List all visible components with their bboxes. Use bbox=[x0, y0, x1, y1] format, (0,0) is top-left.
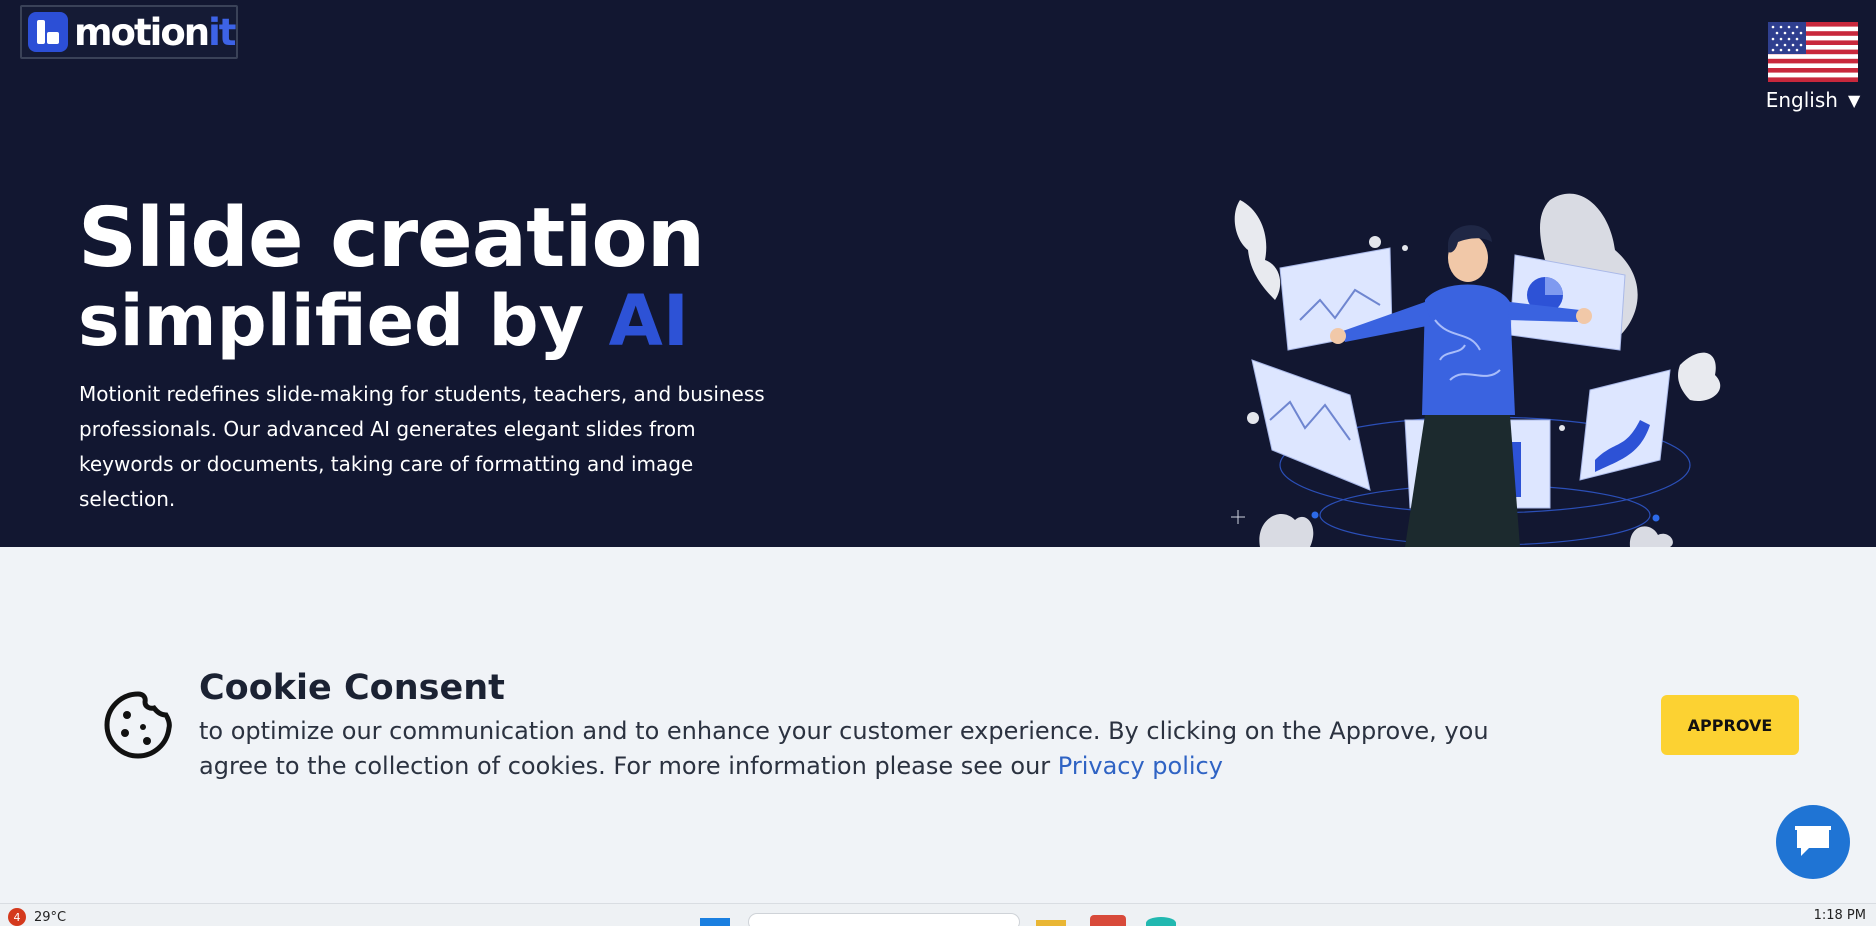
taskbar-clock: 1:18 PM bbox=[1813, 908, 1866, 923]
hero-headline: Slide creation simplified by AI bbox=[78, 191, 705, 362]
headline-accent: AI bbox=[608, 280, 689, 362]
hero-description: Motionit redefines slide-making for stud… bbox=[79, 382, 765, 511]
headline-line-2: simplified by AI bbox=[78, 280, 689, 362]
temperature: 29°C bbox=[34, 909, 67, 925]
taskbar-app-icon-2[interactable] bbox=[1146, 917, 1176, 926]
chat-button[interactable] bbox=[1776, 805, 1850, 879]
headline-line-1: Slide creation bbox=[78, 191, 705, 286]
logo-icon bbox=[28, 12, 68, 52]
os-taskbar: 4 29°C 1:18 PM bbox=[0, 903, 1876, 926]
logo-text: motionit bbox=[74, 10, 237, 54]
weather-badge: 4 bbox=[8, 908, 26, 926]
cookie-message-text: to optimize our communication and to enh… bbox=[199, 717, 1489, 780]
cookie-title: Cookie Consent bbox=[199, 668, 505, 708]
cookie-icon bbox=[104, 691, 172, 759]
privacy-policy-link[interactable]: Privacy policy bbox=[1058, 752, 1223, 780]
motionit-logo[interactable]: motionit bbox=[20, 5, 238, 59]
language-selector[interactable]: English ▼ bbox=[1764, 22, 1862, 112]
folder-icon[interactable] bbox=[1036, 920, 1066, 926]
taskbar-app-icon[interactable] bbox=[1090, 915, 1126, 926]
taskbar-search[interactable] bbox=[748, 913, 1020, 926]
approve-button[interactable]: APPROVE bbox=[1661, 695, 1799, 755]
windows-start-icon[interactable] bbox=[700, 918, 730, 926]
language-label: English bbox=[1765, 88, 1838, 112]
hero-illustration bbox=[1231, 193, 1721, 547]
hero-section: motionit English ▼ Slide creation simpli… bbox=[0, 0, 1876, 547]
cookie-message: to optimize our communication and to enh… bbox=[199, 714, 1539, 784]
chat-icon bbox=[1795, 826, 1831, 856]
weather-widget[interactable]: 4 29°C bbox=[8, 908, 66, 926]
chevron-down-icon: ▼ bbox=[1847, 90, 1861, 110]
us-flag-icon bbox=[1768, 22, 1858, 82]
